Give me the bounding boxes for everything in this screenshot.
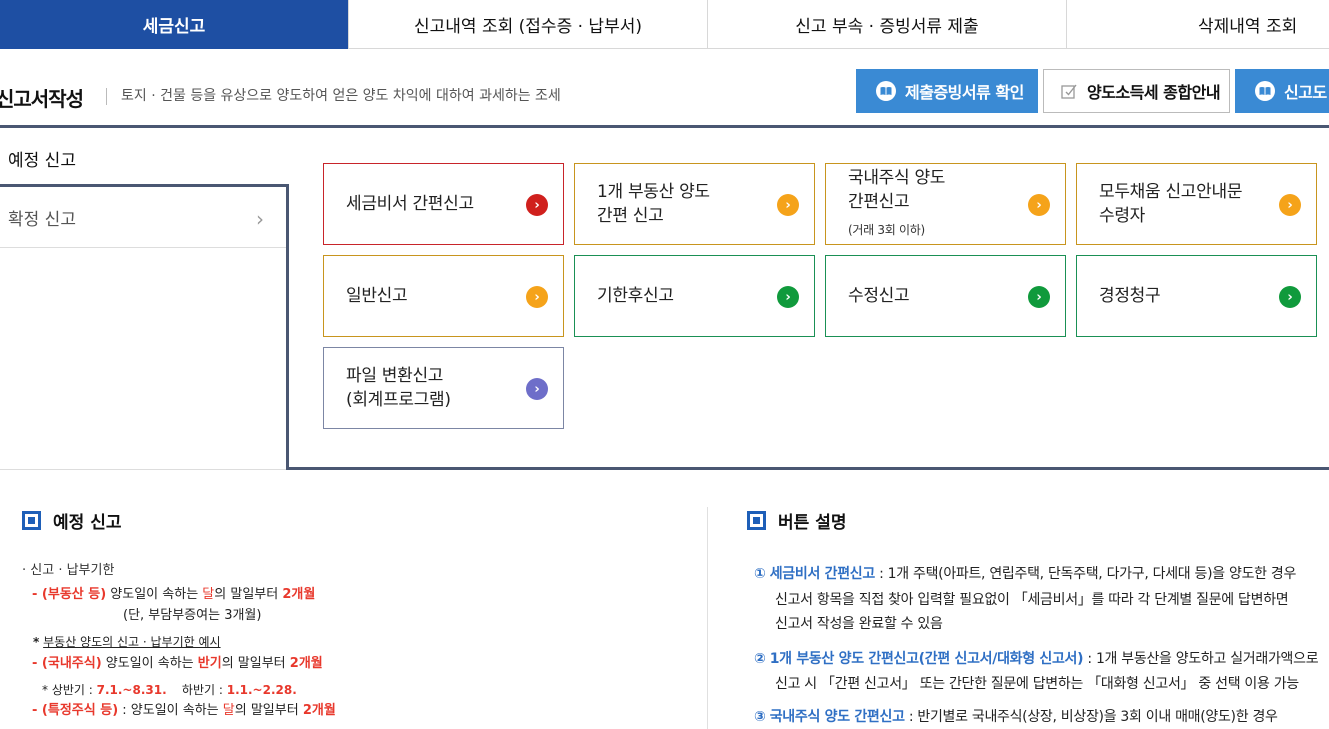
side-menu-preliminary[interactable]: 예정 신고: [8, 146, 76, 171]
desc-item-1-line3: 신고서 작성을 완료할 수 있음: [775, 616, 943, 632]
card-prefilled-notice-recipient[interactable]: 모두채움 신고안내문 수령자 ›: [1076, 163, 1317, 245]
tab-document-submission[interactable]: 신고 부속 · 증빙서류 제출: [708, 0, 1067, 49]
filing-manual-button[interactable]: 신고도: [1235, 69, 1329, 113]
deadline-example-link[interactable]: * 부동산 양도의 신고 · 납부기한 예시: [33, 633, 221, 651]
arrow-right-icon: ›: [526, 194, 548, 216]
card-file-conversion-filing[interactable]: 파일 변환신고 (회계프로그램) ›: [323, 347, 564, 429]
card-label: 경정청구: [1099, 286, 1161, 306]
desc-item-3: ③ 국내주식 양도 간편신고 : 반기별로 국내주식(상장, 비상장)을 3회 …: [754, 709, 1278, 725]
card-label: 1개 부동산 양도 간편 신고: [597, 182, 710, 226]
card-correction-claim[interactable]: 경정청구 ›: [1076, 255, 1317, 337]
proof-documents-button[interactable]: 제출증빙서류 확인: [856, 69, 1038, 113]
book-icon: [876, 81, 896, 101]
stock-deadline: - (국내주식) 양도일이 속하는 반기의 말일부터 2개월: [32, 656, 323, 671]
button-description-heading-text: 버튼 설명: [778, 513, 847, 533]
deadline-bullet: · 신고 · 납부기한: [22, 563, 115, 578]
card-single-realestate-simple[interactable]: 1개 부동산 양도 간편 신고 ›: [574, 163, 815, 245]
side-menu-final[interactable]: 확정 신고 ›: [0, 184, 288, 248]
book-icon: [1255, 81, 1275, 101]
section-divider: [0, 125, 1329, 128]
proof-documents-label: 제출증빙서류 확인: [905, 83, 1024, 102]
side-menu-bottom-line: [0, 469, 288, 470]
card-label: 수정신고: [848, 286, 910, 306]
arrow-right-icon: ›: [1279, 194, 1301, 216]
card-label: 국내주식 양도 간편신고 (거래 3회 이하): [848, 168, 946, 237]
card-domestic-stock-simple[interactable]: 국내주식 양도 간편신고 (거래 3회 이하) ›: [825, 163, 1066, 245]
side-menu-final-label: 확정 신고: [8, 209, 76, 230]
arrow-right-icon: ›: [1028, 194, 1050, 216]
tab-deleted-history[interactable]: 삭제내역 조회: [1067, 0, 1329, 49]
top-tab-bar: 세금신고 신고내역 조회 (접수증 · 납부서) 신고 부속 · 증빙서류 제출…: [0, 0, 1329, 49]
card-late-filing[interactable]: 기한후신고 ›: [574, 255, 815, 337]
card-general-filing[interactable]: 일반신고 ›: [323, 255, 564, 337]
filing-manual-label: 신고도: [1284, 83, 1327, 102]
realestate-deadline: - (부동산 등) 양도일이 속하는 달의 말일부터 2개월: [32, 587, 316, 602]
desc-item-1: ① 세금비서 간편신고 : 1개 주택(아파트, 연립주택, 단독주택, 다가구…: [754, 566, 1297, 582]
arrow-right-icon: ›: [526, 378, 548, 400]
special-stock-deadline: - (특정주식 등) : 양도일이 속하는 달의 말일부터 2개월: [32, 703, 336, 718]
card-label: 기한후신고: [597, 286, 674, 306]
arrow-right-icon: ›: [526, 286, 548, 308]
tab-tax-filing[interactable]: 세금신고: [0, 0, 349, 49]
page-description: 토지 · 건물 등을 유상으로 양도하여 얻은 양도 차익에 대하여 과세하는 …: [106, 88, 561, 105]
arrow-right-icon: ›: [1028, 286, 1050, 308]
card-label: 세금비서 간편신고: [346, 194, 474, 214]
desc-item-2-line2: 신고 시 「간편 신고서」 또는 간단한 질문에 답변하는 「대화형 신고서」 …: [775, 676, 1299, 692]
desc-item-2: ② 1개 부동산 양도 간편신고(간편 신고서/대화형 신고서) : 1개 부동…: [754, 651, 1319, 667]
square-bullet-icon: [747, 511, 766, 530]
capital-gains-guide-button[interactable]: 양도소득세 종합안내: [1043, 69, 1230, 113]
square-bullet-icon: [22, 511, 41, 530]
preliminary-filing-heading: 예정 신고: [22, 508, 121, 533]
card-label: 모두채움 신고안내문 수령자: [1099, 182, 1243, 226]
button-description-heading: 버튼 설명: [747, 508, 846, 533]
half-year-periods: * 상반기 : 7.1.~8.31. 하반기 : 1.1.~2.28.: [42, 683, 297, 697]
tab-filing-history[interactable]: 신고내역 조회 (접수증 · 납부서): [349, 0, 708, 49]
arrow-right-icon: ›: [1279, 286, 1301, 308]
chevron-right-icon: ›: [256, 207, 264, 231]
card-label: 파일 변환신고 (회계프로그램): [346, 366, 451, 410]
desc-item-1-line2: 신고서 항목을 직접 찾아 입력할 필요없이 「세금비서」를 따라 각 단계별 …: [775, 592, 1289, 608]
arrow-right-icon: ›: [777, 194, 799, 216]
burden-gift-note: (단, 부담부증여는 3개월): [123, 608, 262, 623]
card-tax-secretary-simple[interactable]: 세금비서 간편신고 ›: [323, 163, 564, 245]
preliminary-filing-heading-text: 예정 신고: [53, 513, 122, 533]
column-divider: [707, 507, 708, 729]
checkbox-edit-icon: [1061, 84, 1077, 99]
page-title: 신고서작성: [0, 87, 84, 111]
card-label: 일반신고: [346, 286, 408, 306]
card-amended-filing[interactable]: 수정신고 ›: [825, 255, 1066, 337]
arrow-right-icon: ›: [777, 286, 799, 308]
capital-gains-guide-label: 양도소득세 종합안내: [1087, 83, 1221, 102]
